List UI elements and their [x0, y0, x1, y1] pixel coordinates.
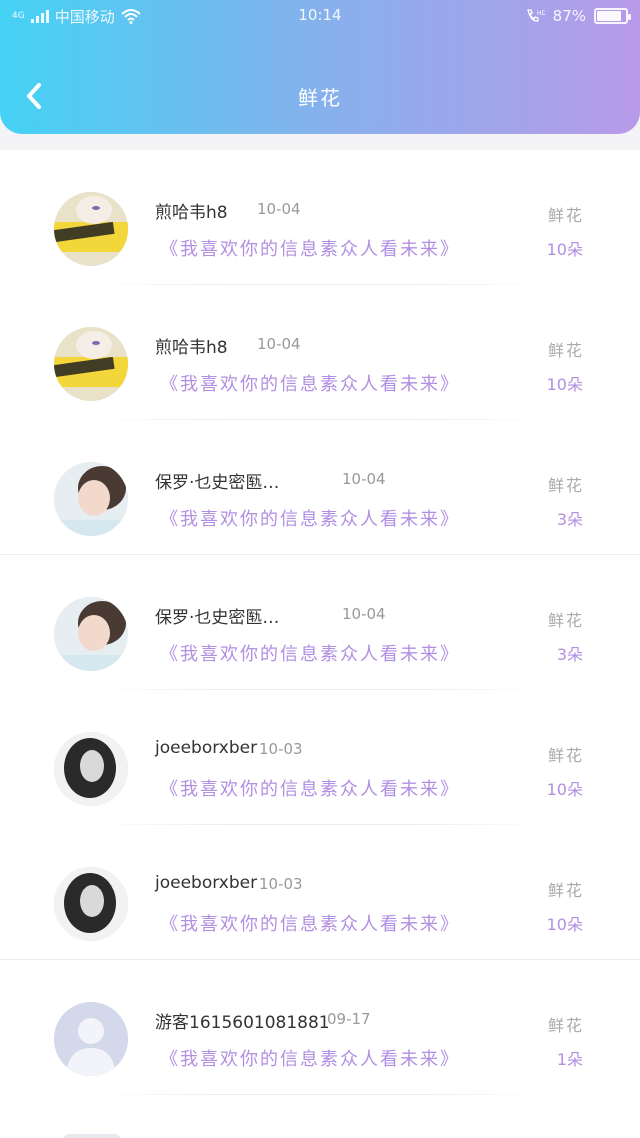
gift-count: 1朵 [556, 1050, 583, 1069]
avatar-image [54, 192, 128, 266]
send-date: 10-03 [259, 875, 303, 893]
sender-name: 煎哈韦h8 [155, 338, 228, 358]
signal-icon [30, 9, 49, 23]
list-item[interactable]: 保罗·乜史密匦… 10-04 《我喜欢你的信息素众人看未来》 鲜花 3朵 [0, 420, 640, 555]
avatar-image [54, 732, 128, 806]
message-text: 《我喜欢你的信息素众人看未来》 [160, 644, 460, 665]
sender-name: joeeborxber [155, 738, 258, 758]
flower-list: 煎哈韦h8 10-04 《我喜欢你的信息素众人看未来》 鲜花 10朵 煎哈韦h8… [0, 150, 640, 1138]
gift-count: 10朵 [546, 240, 583, 259]
divider [90, 1094, 550, 1095]
carrier-label: 中国移动 [54, 7, 115, 26]
gift-type: 鲜花 [547, 341, 584, 360]
message-text: 《我喜欢你的信息素众人看未来》 [160, 1049, 460, 1070]
gift-count: 10朵 [546, 915, 583, 934]
page-title: 鲜花 [298, 86, 342, 110]
avatar[interactable] [54, 732, 128, 806]
battery-fill [597, 11, 622, 21]
gift-type: 鲜花 [547, 476, 584, 495]
hd-call-icon: HD [526, 9, 545, 22]
message-text: 《我喜欢你的信息素众人看未来》 [160, 239, 460, 260]
status-right: HD 87% [525, 7, 631, 25]
avatar[interactable] [54, 867, 128, 941]
battery-icon [594, 8, 631, 24]
avatar-image [54, 327, 128, 401]
avatar[interactable] [54, 327, 128, 401]
send-date: 10-04 [257, 200, 301, 218]
gift-type: 鲜花 [547, 1016, 584, 1035]
gift-type: 鲜花 [547, 611, 584, 630]
gift-type: 鲜花 [547, 206, 584, 225]
avatar[interactable] [54, 462, 128, 536]
network-label: 4G [12, 10, 25, 21]
gift-count: 3朵 [556, 510, 583, 529]
message-text: 《我喜欢你的信息素众人看未来》 [160, 914, 460, 935]
send-date: 09-17 [327, 1010, 371, 1028]
gift-type: 鲜花 [547, 746, 584, 765]
sender-name: 保罗·乜史密匦… [155, 608, 280, 628]
gift-count: 10朵 [546, 375, 583, 394]
list-item[interactable]: 游客1615601081881 09-17 《我喜欢你的信息素众人看未来》 鲜花… [0, 960, 640, 1095]
list-item[interactable]: 煎哈韦h8 10-04 《我喜欢你的信息素众人看未来》 鲜花 10朵 [0, 285, 640, 420]
list-item[interactable]: joeeborxber 10-03 《我喜欢你的信息素众人看未来》 鲜花 10朵 [0, 690, 640, 825]
avatar-image [54, 867, 128, 941]
default-user-icon [54, 1002, 128, 1076]
sender-name: 保罗·乜史密匦… [155, 473, 280, 493]
send-date: 10-04 [342, 470, 386, 488]
message-text: 《我喜欢你的信息素众人看未来》 [160, 509, 460, 530]
list-item[interactable]: 煎哈韦h8 10-04 《我喜欢你的信息素众人看未来》 鲜花 10朵 [0, 150, 640, 285]
avatar-image [54, 462, 128, 536]
gift-count: 10朵 [546, 780, 583, 799]
gift-count: 3朵 [556, 645, 583, 664]
send-date: 10-04 [342, 605, 386, 623]
sender-name: 煎哈韦h8 [155, 203, 228, 223]
header: 4G 中国移动 10:14 HD 87% 鲜花 [0, 0, 640, 134]
status-left: 4G 中国移动 [12, 6, 141, 27]
sender-name: 游客1615601081881 [155, 1013, 330, 1033]
avatar-image [54, 597, 128, 671]
avatar[interactable] [54, 597, 128, 671]
battery-percent: 87% [552, 7, 586, 25]
status-bar: 4G 中国移动 10:14 HD 87% [0, 0, 640, 32]
send-date: 10-04 [257, 335, 301, 353]
list-item[interactable]: joeeborxber 10-03 《我喜欢你的信息素众人看未来》 鲜花 10朵 [0, 825, 640, 960]
sender-name: joeeborxber [155, 873, 258, 893]
message-text: 《我喜欢你的信息素众人看未来》 [160, 779, 460, 800]
avatar[interactable] [54, 1002, 128, 1076]
gift-type: 鲜花 [547, 881, 584, 900]
message-text: 《我喜欢你的信息素众人看未来》 [160, 374, 460, 395]
avatar[interactable] [54, 192, 128, 266]
send-date: 10-03 [259, 740, 303, 758]
list-item[interactable]: 保罗·乜史密匦… 10-04 《我喜欢你的信息素众人看未来》 鲜花 3朵 [0, 555, 640, 690]
avatar[interactable] [62, 1134, 122, 1138]
wifi-icon [121, 9, 141, 24]
hd-label: HD [537, 10, 545, 17]
